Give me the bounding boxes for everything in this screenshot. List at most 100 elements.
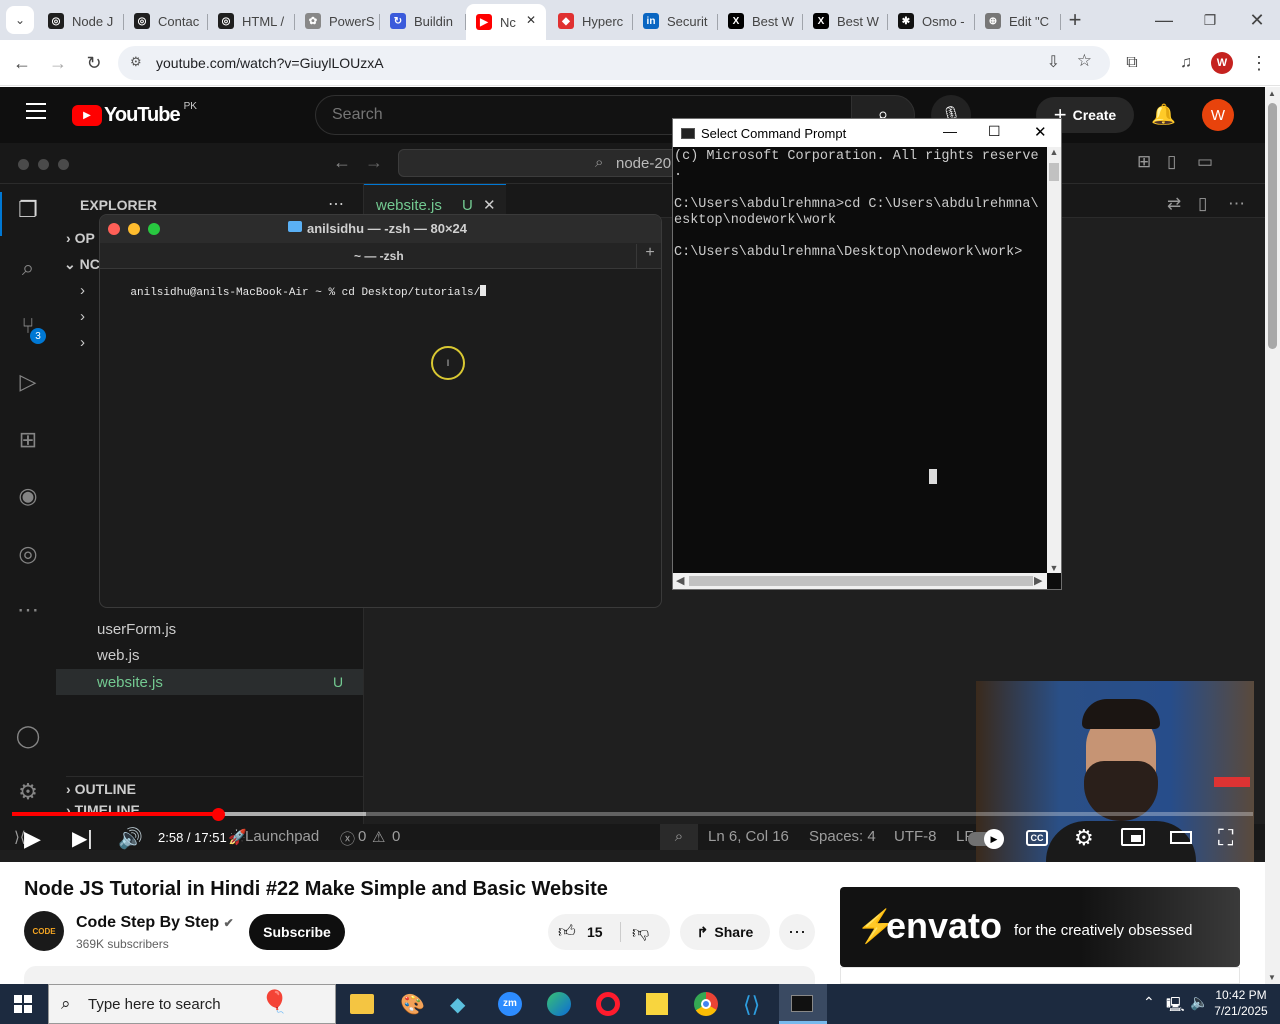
zoom-dot[interactable] [148,223,160,235]
browser-tab[interactable]: in Securit [633,6,718,36]
clock[interactable]: 10:42 PM 7/21/2025 [1212,987,1270,1019]
subscribe-button[interactable]: Subscribe [249,914,345,950]
media-control-icon[interactable]: ♫ [1172,49,1200,77]
mac-terminal-window[interactable]: anilsidhu — -zsh — 80×24 ~ — -zsh + anil… [99,214,662,608]
new-tab-icon[interactable]: + [636,244,661,268]
cmd-hscroll-thumb[interactable] [689,576,1033,586]
manage-gear-icon[interactable]: ⚙ [14,778,42,806]
minimize-icon[interactable]: — [1150,6,1178,34]
ad-banner[interactable]: ⚡ envato for the creatively obsessed [840,887,1240,967]
close-tab-icon[interactable]: ✕ [526,13,536,27]
address-bar[interactable]: ⚙ youtube.com/watch?v=GiuylLOUzxA ⇩ ☆ [118,46,1110,80]
command-prompt-window[interactable]: Select Command Prompt — ☐ ✕ (c) Microsof… [672,118,1062,590]
app-diamond-icon[interactable]: ◆ [450,992,465,1017]
file-item-active[interactable]: website.js U [56,669,363,695]
layout-icon[interactable]: ⊞ [1137,152,1151,172]
network-icon[interactable]: 🖳 [1166,994,1185,1018]
compare-icon[interactable]: ⇄ [1167,194,1181,214]
browser-tab[interactable]: ✱ Osmo - [888,6,975,36]
volume-icon[interactable]: 🔊 [118,826,143,851]
fullscreen-icon[interactable]: ⛶ [1218,825,1233,851]
cmd-output[interactable]: (c) Microsoft Corporation. All rights re… [673,147,1047,573]
channel-avatar[interactable]: CODE [24,911,64,951]
file-explorer-icon[interactable] [350,994,374,1014]
zoom-app-icon[interactable]: zm [498,992,522,1016]
notifications-bell-icon[interactable]: 🔔 [1151,102,1176,127]
browser-tab[interactable]: ◎ Contac [124,6,208,36]
cmd-vertical-scrollbar[interactable]: ▲ ▼ [1047,147,1061,573]
minimize-dot[interactable] [128,223,140,235]
split-editor-icon[interactable]: ▯ [1198,194,1207,214]
browser-tab[interactable]: ▶ Nc ✕ [466,4,546,40]
new-tab-icon[interactable]: + [1061,6,1089,34]
remote-explorer-icon[interactable]: ◎ [14,540,42,568]
install-app-icon[interactable]: ⇩ [1047,52,1060,72]
terminal-taskbar-icon[interactable] [779,984,827,1024]
forward-icon[interactable]: → [44,49,72,77]
sticky-notes-icon[interactable] [646,993,668,1015]
browser-tab[interactable]: X Best W [718,6,803,36]
dislike-button[interactable]: 👎︎ [632,922,649,943]
miniplayer-icon[interactable] [1121,828,1145,846]
youtube-avatar[interactable]: W [1202,99,1234,131]
edge-icon[interactable] [547,992,571,1016]
outline-section[interactable]: › OUTLINE [66,776,363,797]
cmd-scroll-right-icon[interactable]: ▶ [1034,574,1042,587]
profile-avatar[interactable]: W [1211,52,1233,74]
explorer-icon[interactable]: ❐ [14,196,42,224]
open-editors-section[interactable]: › OP [66,230,95,246]
git-graph-icon[interactable]: ◉ [14,482,42,510]
file-item[interactable]: web.js [97,647,140,664]
cmd-close-icon[interactable]: ✕ [1034,123,1047,141]
vs-forward-icon[interactable]: → [365,152,383,173]
page-scrollbar[interactable]: ▲ ▼ [1265,87,1280,984]
editor-more-icon[interactable]: ⋯ [1228,194,1245,214]
scroll-thumb[interactable] [1268,103,1277,349]
guide-menu-icon[interactable] [26,103,46,119]
youtube-logo[interactable]: ▶ YouTube PK [72,101,197,127]
more-actions-button[interactable]: ⋯ [779,914,815,950]
cmd-scroll-down-icon[interactable]: ▼ [1047,563,1061,573]
folder-chevron-icon[interactable]: › [80,308,85,325]
folder-chevron-icon[interactable]: › [80,334,85,351]
cmd-scroll-up-icon[interactable]: ▲ [1047,147,1061,157]
progress-scrubber[interactable] [212,808,225,821]
show-hidden-icons[interactable]: ⌃ [1143,994,1155,1011]
theater-mode-icon[interactable] [1170,831,1192,844]
more-icon[interactable]: ⋯ [14,596,42,624]
description-box[interactable] [24,966,815,986]
taskbar-search[interactable]: ⌕ Type here to search 🎈 [48,984,336,1024]
bookmark-star-icon[interactable]: ☆ [1077,51,1092,71]
browser-tab[interactable]: ◎ Node J [38,6,124,36]
extensions-icon[interactable]: ⧉ [1118,49,1146,77]
cmd-scroll-thumb[interactable] [1049,163,1059,181]
browser-tab[interactable]: ↻ Buildin [380,6,466,36]
progress-track[interactable] [12,808,1253,821]
cmd-maximize-icon[interactable]: ☐ [988,123,1001,140]
explorer-more-icon[interactable]: ⋯ [328,194,344,214]
scroll-up-icon[interactable]: ▲ [1268,89,1276,98]
browser-tab[interactable]: ◎ HTML / [208,6,295,36]
reload-icon[interactable]: ↻ [80,49,108,77]
paint-icon[interactable]: 🎨 [400,992,425,1017]
vs-command-center[interactable]: ⌕ node-20 [398,149,678,177]
extensions-icon[interactable]: ⊞ [14,426,42,454]
play-icon[interactable]: ▶ [24,826,41,852]
close-tab-icon[interactable]: ✕ [483,196,496,214]
search-icon[interactable]: ⌕ [14,254,42,282]
restore-icon[interactable]: ❐ [1196,6,1224,34]
file-item[interactable]: userForm.js [97,621,176,638]
vscode-taskbar-icon[interactable]: ⟨⟩ [743,992,760,1018]
chrome-menu-icon[interactable]: ⋮ [1245,49,1273,77]
folder-chevron-icon[interactable]: › [80,282,85,299]
like-button[interactable]: 👍︎ [558,921,576,942]
browser-tab[interactable]: ⊕ Edit "C [975,6,1061,36]
accounts-icon[interactable]: ◯ [14,722,42,750]
cmd-horizontal-scrollbar[interactable]: ◀ ▶ [673,573,1047,589]
next-icon[interactable]: ▶| [72,826,93,851]
volume-tray-icon[interactable]: 🔈 [1190,993,1209,1011]
scroll-down-icon[interactable]: ▼ [1268,973,1276,982]
editor-tab[interactable]: website.js U ✕ [364,184,506,218]
close-dot[interactable] [108,223,120,235]
back-icon[interactable]: ← [8,49,36,77]
